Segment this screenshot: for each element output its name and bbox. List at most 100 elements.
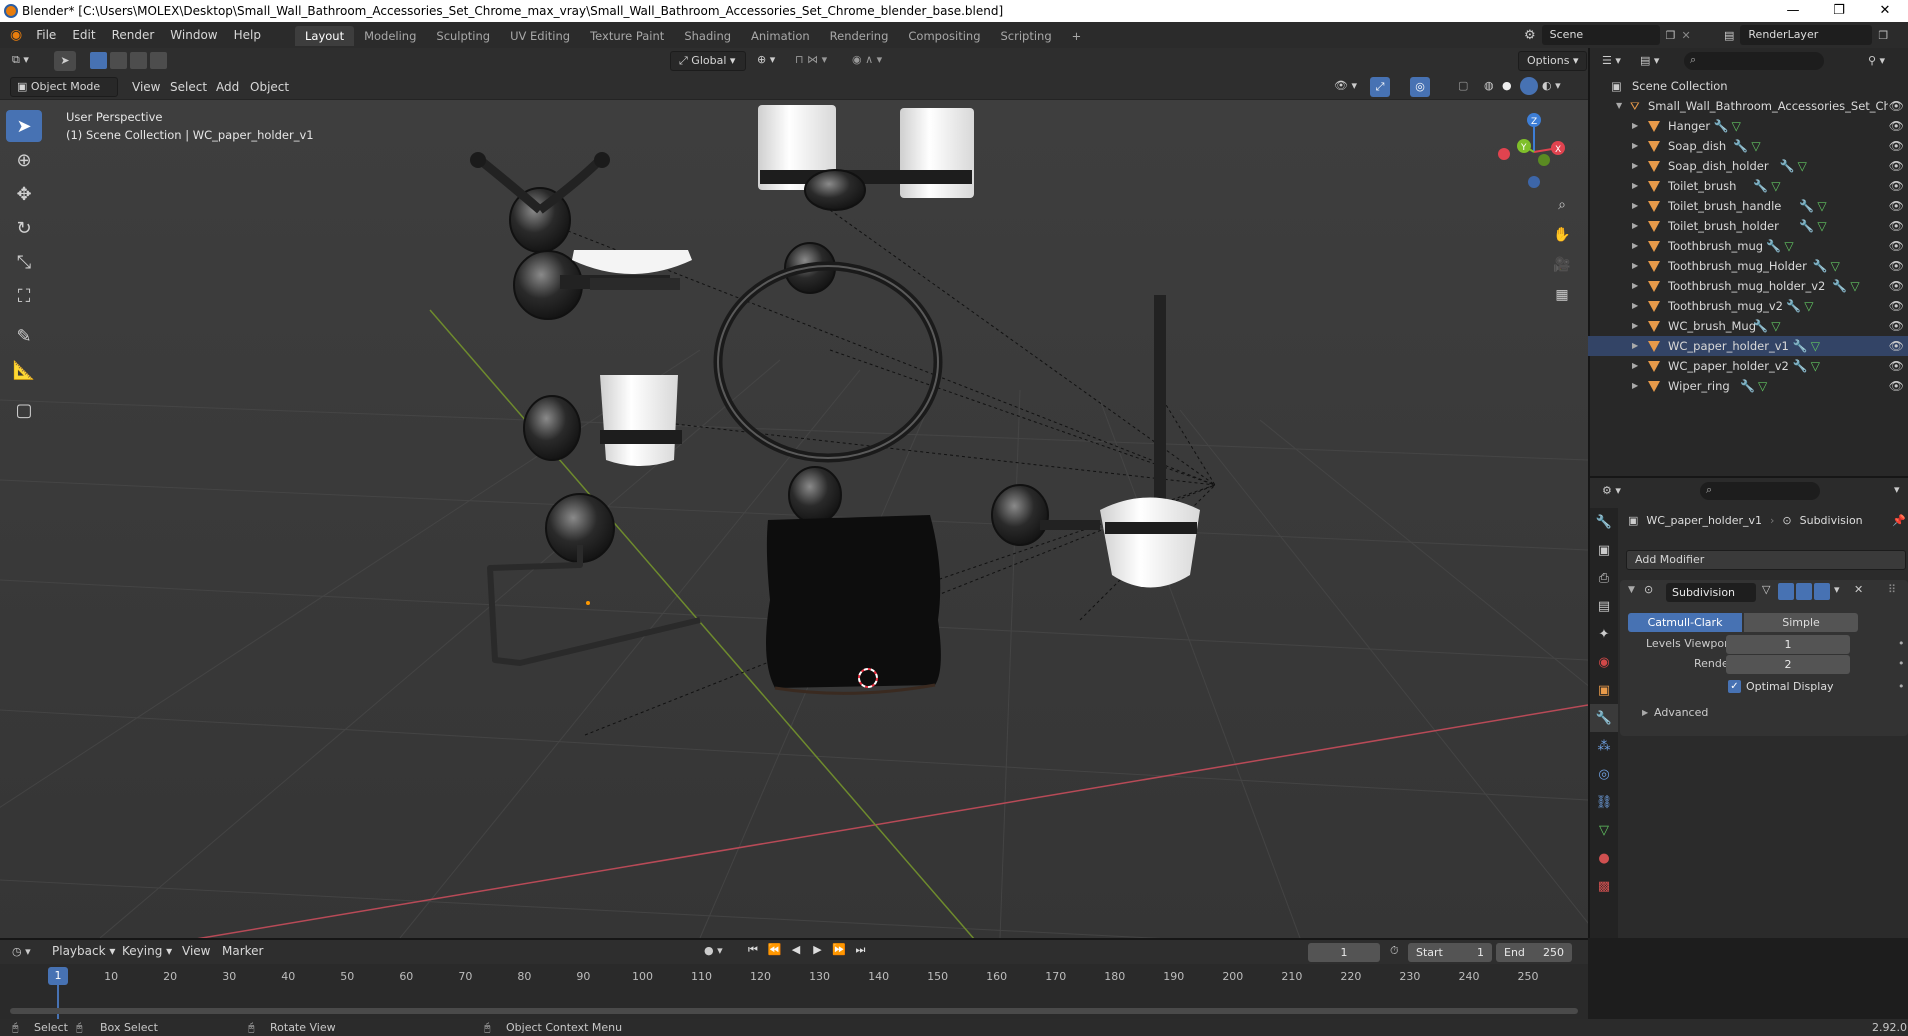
close-icon[interactable]: ✕: [1854, 583, 1863, 596]
keyframe-dot-icon[interactable]: •: [1898, 637, 1905, 650]
viewport-menu-object[interactable]: Object: [242, 74, 297, 100]
properties-editor-icon[interactable]: ⚙ ▾: [1602, 484, 1621, 497]
playhead[interactable]: 1: [48, 967, 68, 985]
editor-type-icon[interactable]: ⧉ ▾: [12, 53, 29, 67]
jump-start-icon[interactable]: ⏮: [744, 943, 762, 957]
modifier-tab-icon[interactable]: 🔧: [1590, 704, 1618, 732]
expand-triangle-icon[interactable]: ▶: [1632, 356, 1638, 376]
expand-triangle-icon[interactable]: ▶: [1632, 376, 1638, 396]
play-icon[interactable]: ▶: [809, 943, 827, 956]
outliner-item[interactable]: ▶ Toothbrush_mug_v2 👁 🔧 ▽: [1588, 296, 1908, 316]
outliner-editor-icon[interactable]: ☰ ▾: [1602, 54, 1621, 67]
eye-icon[interactable]: 👁: [1889, 356, 1904, 376]
modifier-wrench-icon[interactable]: 🔧: [1799, 196, 1814, 216]
keyframe-dot-icon[interactable]: •: [1898, 657, 1905, 670]
select-box-tool[interactable]: ➤: [6, 110, 42, 142]
shading-wireframe-icon[interactable]: ◍: [1484, 79, 1494, 92]
timeline-menu-keying[interactable]: Keying ▾: [114, 940, 180, 962]
tab-layout[interactable]: Layout: [294, 26, 355, 46]
record-icon[interactable]: ● ▾: [704, 944, 723, 957]
advanced-subpanel-label[interactable]: Advanced: [1654, 706, 1708, 719]
world-tab-icon[interactable]: ◉: [1590, 648, 1618, 676]
eye-icon[interactable]: 👁: [1889, 376, 1904, 396]
eye-icon[interactable]: 👁: [1889, 296, 1904, 316]
drag-handle-icon[interactable]: ⠿: [1888, 583, 1896, 596]
output-tab-icon[interactable]: ⎙: [1590, 564, 1618, 592]
jump-end-icon[interactable]: ⏭: [852, 943, 870, 957]
shading-rendered-icon[interactable]: ◐ ▾: [1542, 79, 1561, 92]
expand-triangle-icon[interactable]: ▶: [1632, 276, 1638, 296]
gizmo-toggle-icon[interactable]: ⤢: [1370, 77, 1390, 97]
pin-icon[interactable]: 📌: [1892, 514, 1906, 527]
constraints-tab-icon[interactable]: ⛓: [1590, 788, 1618, 816]
expand-triangle-icon[interactable]: ▶: [1632, 256, 1638, 276]
tab-animation[interactable]: Animation: [741, 26, 820, 46]
modifier-wrench-icon[interactable]: 🔧: [1832, 276, 1847, 296]
select-tool-icon[interactable]: ➤: [54, 51, 76, 71]
new-view-layer-icon[interactable]: ❐: [1878, 29, 1888, 42]
outliner-item[interactable]: ▶ Soap_dish_holder 👁 🔧 ▽: [1588, 156, 1908, 176]
expand-triangle-icon[interactable]: ▶: [1632, 236, 1638, 256]
mesh-data-icon[interactable]: ▽: [1798, 156, 1807, 176]
menu-help[interactable]: Help: [226, 22, 269, 48]
timeline-area[interactable]: 1102030405060708090100110120130140150160…: [0, 964, 1588, 1019]
mesh-data-icon[interactable]: ▽: [1804, 296, 1813, 316]
expand-triangle-icon[interactable]: ▶: [1632, 156, 1638, 176]
eye-icon[interactable]: 👁: [1889, 156, 1904, 176]
annotate-tool[interactable]: ✎: [6, 320, 42, 352]
timeline-menu-view[interactable]: View: [174, 940, 218, 962]
outliner-display-icon[interactable]: ▤ ▾: [1640, 54, 1659, 67]
close-button[interactable]: ✕: [1862, 0, 1908, 22]
menu-edit[interactable]: Edit: [64, 22, 103, 48]
collapse-triangle-icon[interactable]: ▼: [1628, 585, 1635, 595]
blender-menu-icon[interactable]: ◉: [0, 22, 28, 48]
mesh-data-icon[interactable]: ▽: [1811, 336, 1820, 356]
expand-triangle-icon[interactable]: ▶: [1632, 196, 1638, 216]
3d-viewport[interactable]: [0, 100, 1588, 938]
mesh-data-icon[interactable]: ▽: [1771, 316, 1780, 336]
collapse-triangle-icon[interactable]: ▼: [1616, 96, 1622, 116]
restore-button[interactable]: ❐: [1816, 0, 1862, 22]
options-dropdown[interactable]: Options ▾: [1518, 51, 1588, 71]
mesh-data-icon[interactable]: ▽: [1831, 256, 1840, 276]
eye-icon[interactable]: 👁: [1889, 236, 1904, 256]
scene-tab-icon[interactable]: ✦: [1590, 620, 1618, 648]
modifier-wrench-icon[interactable]: 🔧: [1740, 376, 1755, 396]
xray-icon[interactable]: ▢: [1458, 79, 1468, 92]
scale-tool[interactable]: ⤡: [6, 246, 42, 278]
add-workspace-button[interactable]: +: [1062, 26, 1092, 46]
expand-triangle-icon[interactable]: ▶: [1632, 336, 1638, 356]
outliner-item[interactable]: ▶ WC_brush_Mug 👁 🔧 ▽: [1588, 316, 1908, 336]
mesh-data-icon[interactable]: ▽: [1771, 176, 1780, 196]
proportional-edit-icon[interactable]: ◉ ∧ ▾: [852, 53, 882, 66]
next-keyframe-icon[interactable]: ⏩: [830, 943, 848, 956]
modifier-menu-icon[interactable]: ▾: [1834, 583, 1840, 596]
mesh-data-icon[interactable]: ▽: [1817, 196, 1826, 216]
tab-rendering[interactable]: Rendering: [820, 26, 899, 46]
zoom-icon[interactable]: ⌕: [1549, 192, 1575, 218]
menu-window[interactable]: Window: [162, 22, 225, 48]
modifier-wrench-icon[interactable]: 🔧: [1733, 136, 1748, 156]
shading-solid-icon[interactable]: ●: [1502, 79, 1512, 92]
outliner-item[interactable]: ▶ Toilet_brush_handle 👁 🔧 ▽: [1588, 196, 1908, 216]
scene-selector[interactable]: Scene: [1541, 25, 1660, 45]
expand-triangle-icon[interactable]: ▶: [1632, 136, 1638, 156]
mesh-data-icon[interactable]: ▽: [1817, 216, 1826, 236]
ortho-grid-icon[interactable]: ▦: [1549, 282, 1575, 308]
mesh-data-icon[interactable]: ▽: [1732, 116, 1741, 136]
tab-uv-editing[interactable]: UV Editing: [500, 26, 580, 46]
tab-modeling[interactable]: Modeling: [354, 26, 426, 46]
cage-toggle-icon[interactable]: [1778, 583, 1794, 600]
eye-icon[interactable]: 👁: [1889, 316, 1904, 336]
simple-button[interactable]: Simple: [1744, 613, 1858, 632]
levels-viewport-field[interactable]: 1: [1726, 635, 1850, 654]
outliner-item[interactable]: ▶ Toothbrush_mug_Holder 👁 🔧 ▽: [1588, 256, 1908, 276]
expand-triangle-icon[interactable]: ▶: [1632, 116, 1638, 136]
modifier-name-field[interactable]: Subdivision: [1666, 583, 1756, 602]
current-frame-field[interactable]: 1: [1308, 943, 1380, 962]
material-tab-icon[interactable]: ●: [1590, 844, 1618, 872]
keyframe-dot-icon[interactable]: •: [1898, 680, 1905, 693]
remove-scene-icon[interactable]: ✕: [1682, 29, 1691, 42]
timeline-scrollbar[interactable]: [10, 1008, 1578, 1014]
outliner-root-row[interactable]: ▣ Scene Collection: [1588, 76, 1908, 96]
